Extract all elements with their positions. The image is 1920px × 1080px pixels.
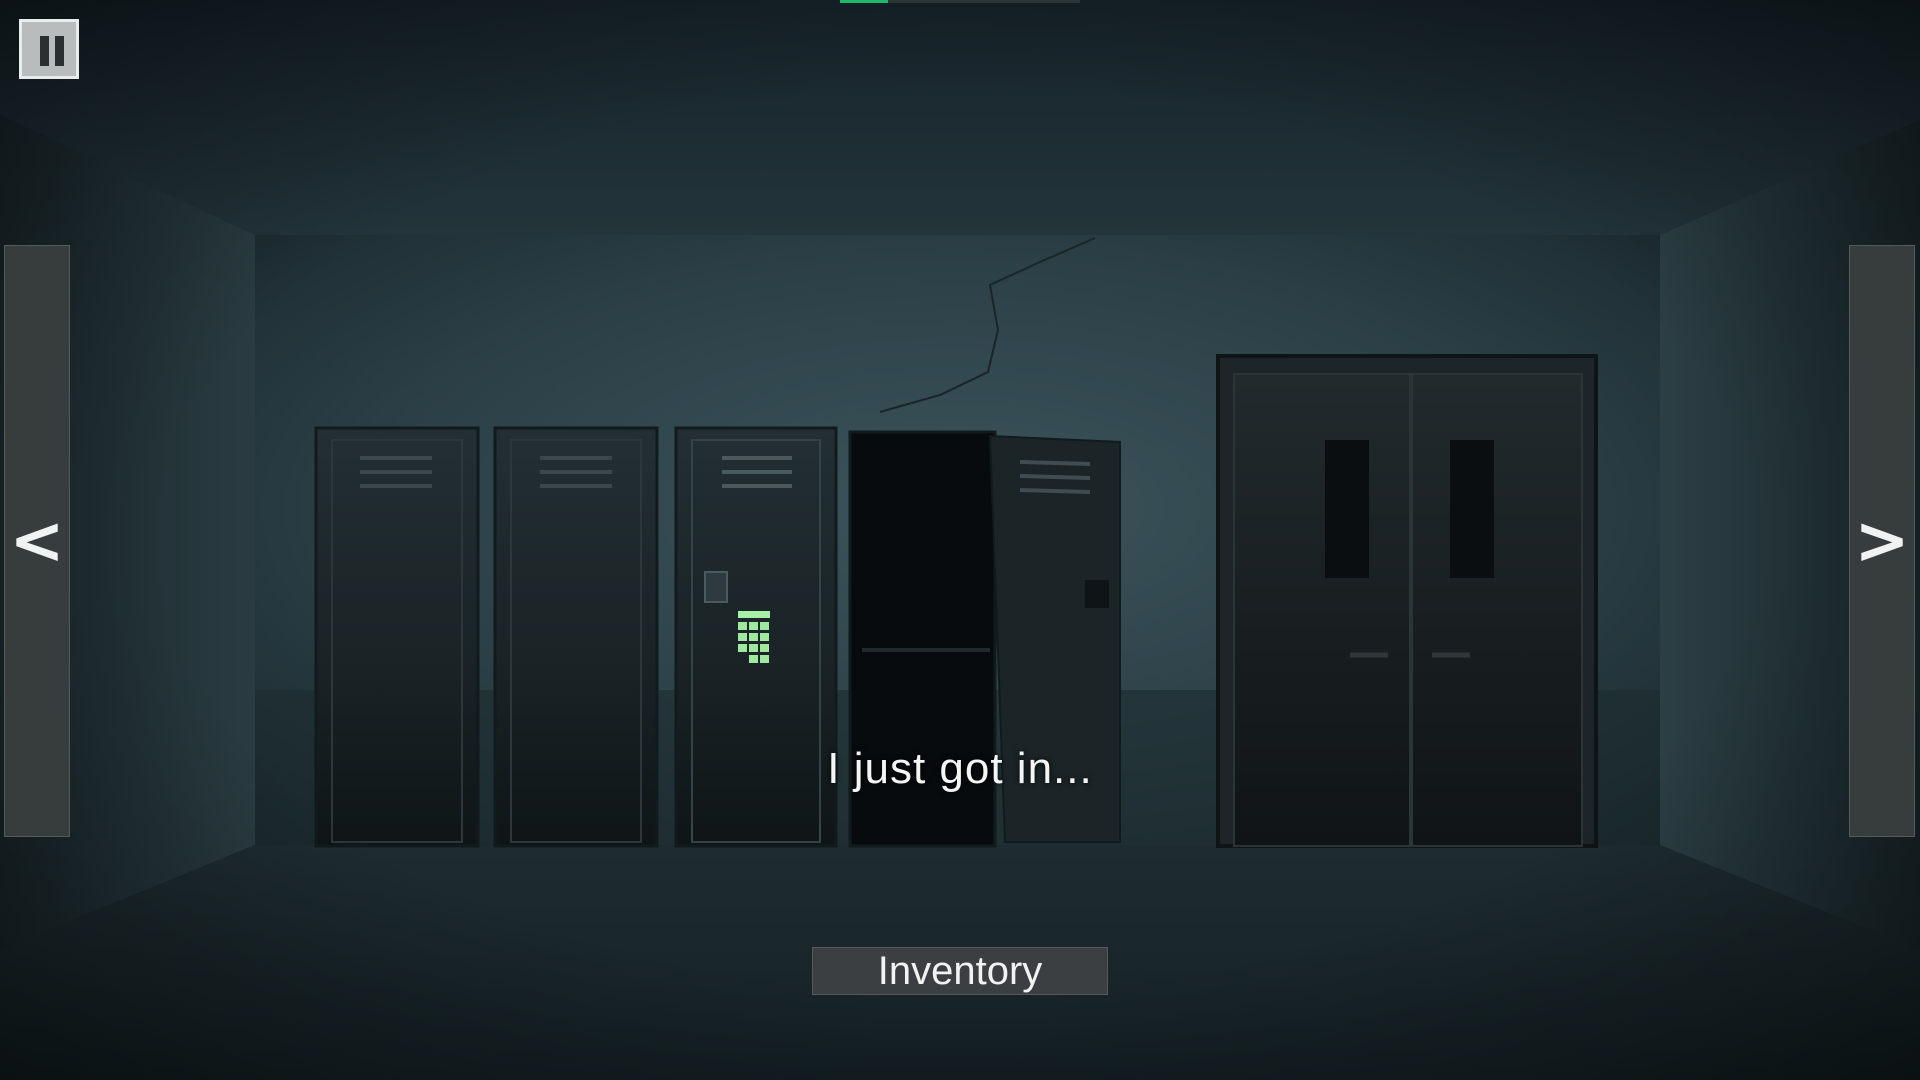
top-progress-fill (840, 0, 888, 3)
pause-button[interactable] (19, 19, 79, 79)
top-progress-bar (840, 0, 1080, 3)
pause-icon (40, 36, 66, 66)
game-viewport: < > I just got in... Inventory (0, 0, 1920, 1080)
chevron-right-icon: > (1854, 502, 1910, 579)
scene-room (0, 0, 1920, 1080)
dialogue-subtitle: I just got in... (827, 744, 1093, 793)
chevron-left-icon: < (9, 502, 65, 579)
inventory-button[interactable]: Inventory (812, 947, 1108, 995)
